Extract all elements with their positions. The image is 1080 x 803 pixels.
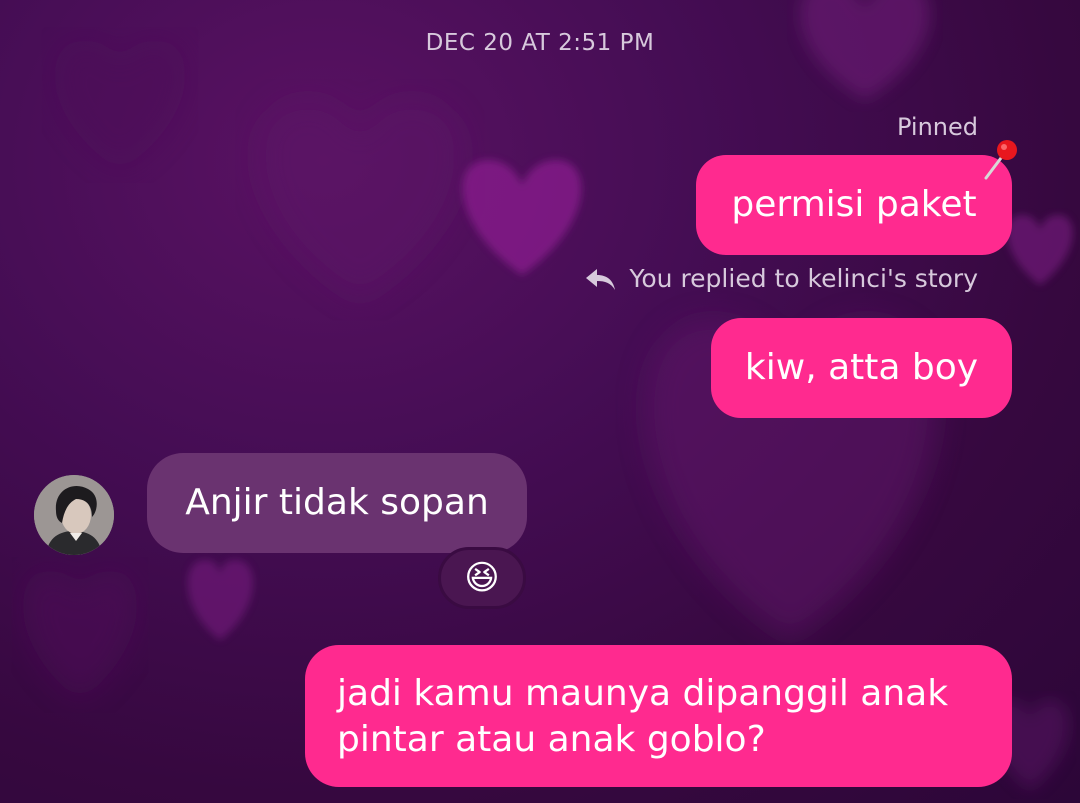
pushpin-icon bbox=[984, 140, 1017, 180]
story-reply-note[interactable]: You replied to kelinci's story bbox=[583, 264, 978, 293]
message-text-line: jadi kamu maunya dipanggil anak bbox=[337, 673, 949, 714]
heart-shape bbox=[187, 560, 254, 640]
reply-note-text: You replied to kelinci's story bbox=[629, 264, 978, 293]
heart-shape bbox=[462, 160, 582, 275]
pinned-label: Pinned bbox=[896, 113, 978, 141]
heart-shape bbox=[54, 40, 186, 170]
reply-arrow-icon bbox=[586, 268, 616, 290]
laughing-emoji-icon: 😆 bbox=[464, 558, 500, 598]
incoming-message[interactable]: Anjir tidak sopan bbox=[147, 453, 527, 553]
message-text: Anjir tidak sopan bbox=[185, 482, 489, 523]
outgoing-message[interactable]: kiw, atta boy bbox=[711, 318, 1012, 418]
heart-shape bbox=[256, 99, 464, 300]
outgoing-message[interactable]: jadi kamu maunya dipanggil anak pintar a… bbox=[305, 645, 1012, 787]
message-text: kiw, atta boy bbox=[744, 347, 979, 388]
message-text-line: pintar atau anak goblo? bbox=[337, 719, 766, 760]
message-text: permisi paket bbox=[731, 184, 977, 225]
heart-shape bbox=[1007, 215, 1073, 285]
heart-shape bbox=[22, 570, 138, 700]
outgoing-message[interactable]: permisi paket bbox=[696, 155, 1012, 255]
chat-thread: DEC 20 AT 2:51 PM Pinned permisi paket Y… bbox=[0, 0, 1080, 803]
message-reaction[interactable]: 😆 bbox=[438, 547, 526, 609]
message-timestamp: DEC 20 AT 2:51 PM bbox=[425, 30, 655, 56]
avatar-illustration bbox=[34, 475, 114, 555]
contact-avatar[interactable] bbox=[34, 475, 114, 555]
